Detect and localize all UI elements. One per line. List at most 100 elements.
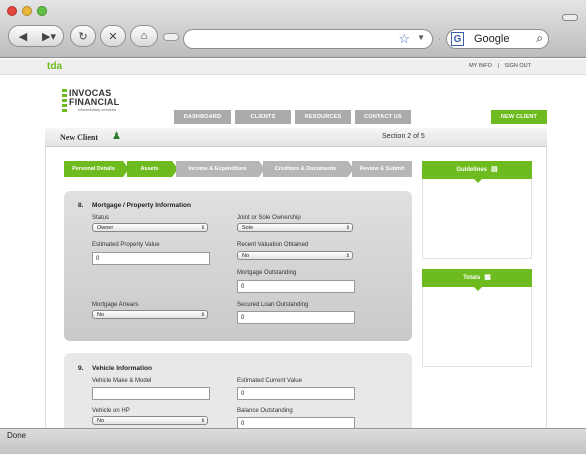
notebook-icon: ▤ bbox=[491, 166, 498, 173]
totals-header[interactable]: Totals ▦ bbox=[422, 269, 532, 287]
recent-valuation-value: No bbox=[242, 253, 250, 259]
tab-clients[interactable]: CLIENTS bbox=[235, 110, 291, 124]
tab-contact-us[interactable]: CONTACT US bbox=[355, 110, 411, 124]
account-links: MY INFO | SIGN OUT bbox=[465, 63, 531, 69]
ownership-value: Sole bbox=[242, 225, 254, 231]
new-client-button[interactable]: NEW CLIENT bbox=[491, 110, 547, 124]
section-title: Vehicle Information bbox=[92, 365, 152, 372]
logo-line2: FINANCIAL bbox=[69, 97, 120, 107]
select-arrows-icon: ⇕ bbox=[200, 312, 205, 318]
step-creditors-documents[interactable]: Creditors & Documents bbox=[263, 161, 354, 177]
reload-button[interactable]: ↻ bbox=[70, 25, 96, 47]
totals-title: Totals bbox=[463, 275, 481, 281]
ownership-select[interactable]: Sole ⇕ bbox=[237, 223, 353, 232]
bookmarks-toggle[interactable] bbox=[163, 33, 179, 41]
guidelines-pointer bbox=[474, 179, 482, 183]
brand-logo[interactable]: tda bbox=[47, 61, 62, 72]
page-title: New Client bbox=[60, 133, 98, 142]
secured-loan-input[interactable]: 0 bbox=[237, 311, 355, 324]
mortgage-outstanding-input[interactable]: 0 bbox=[237, 280, 355, 293]
site-top-bar: tda MY INFO | SIGN OUT bbox=[0, 59, 586, 75]
logo-bars-icon bbox=[62, 89, 67, 113]
step-label: Creditors & Documents bbox=[274, 166, 337, 172]
google-icon[interactable]: G bbox=[451, 32, 464, 46]
totals-panel: Totals ▦ bbox=[422, 269, 532, 367]
recent-valuation-label: Recent Valuation Obtained bbox=[237, 242, 309, 248]
chevron-down-icon[interactable]: ▼ bbox=[417, 33, 425, 42]
search-icon[interactable]: ⌕ bbox=[536, 31, 543, 46]
step-assets[interactable]: Assets bbox=[127, 161, 178, 177]
guidelines-panel: Guidelines ▤ bbox=[422, 161, 532, 259]
separator: · bbox=[438, 34, 441, 44]
balance-outstanding-label: Balance Outstanding bbox=[237, 408, 293, 414]
totals-pointer bbox=[474, 287, 482, 291]
vehicle-make-label: Vehicle Make & Model bbox=[92, 378, 152, 384]
back-forward-group: ◀ ▶▾ bbox=[8, 25, 64, 47]
status-select[interactable]: Owner ⇕ bbox=[92, 223, 208, 232]
invocas-logo[interactable]: INVOCAS FINANCIAL Intermediary services bbox=[62, 88, 158, 116]
search-box[interactable]: G Google ⌕ bbox=[446, 29, 549, 49]
est-property-value-input[interactable]: 0 bbox=[92, 252, 210, 265]
vehicle-hp-value: No bbox=[97, 418, 105, 424]
address-bar[interactable]: ☆ ▼ bbox=[183, 29, 433, 49]
home-icon: ⌂ bbox=[140, 30, 148, 42]
vehicle-hp-label: Vehicle on HP bbox=[92, 408, 130, 414]
step-label: Personal Details bbox=[72, 166, 115, 172]
balance-outstanding-input[interactable]: 0 bbox=[237, 417, 355, 428]
status-text: Done bbox=[7, 431, 27, 440]
select-arrows-icon: ⇕ bbox=[345, 225, 350, 231]
logo-tagline: Intermediary services bbox=[78, 107, 117, 112]
form-area: Personal Details Assets Income & Expendi… bbox=[45, 147, 547, 428]
link-divider: | bbox=[497, 63, 499, 69]
section-number: 8. bbox=[78, 202, 84, 209]
tab-resources[interactable]: RESOURCES bbox=[295, 110, 351, 124]
browser-window: ◀ ▶▾ ↻ ✕ ⌂ ☆ ▼ · G Google ⌕ tda MY INFO … bbox=[0, 0, 586, 454]
toolbar-toggle-icon[interactable] bbox=[562, 14, 578, 21]
step-income-expenditure[interactable]: Income & Expenditure bbox=[176, 161, 265, 177]
page-header: New Client ♟ Section 2 of 5 bbox=[45, 128, 547, 147]
step-label: Income & Expenditure bbox=[188, 166, 247, 172]
select-arrows-icon: ⇕ bbox=[200, 225, 205, 231]
step-label: Assets bbox=[140, 166, 159, 172]
guidelines-title: Guidelines bbox=[456, 167, 488, 173]
my-info-link[interactable]: MY INFO bbox=[469, 63, 492, 69]
status-value: Owner bbox=[97, 225, 114, 231]
vehicle-hp-select[interactable]: No ⇕ bbox=[92, 416, 208, 425]
mortgage-arrears-select[interactable]: No ⇕ bbox=[92, 310, 208, 319]
close-window-icon[interactable] bbox=[7, 6, 17, 16]
step-personal-details[interactable]: Personal Details bbox=[64, 161, 129, 177]
select-arrows-icon: ⇕ bbox=[200, 418, 205, 424]
search-input[interactable]: Google bbox=[474, 33, 509, 45]
web-page: tda MY INFO | SIGN OUT INVOCAS FINANCIAL… bbox=[0, 59, 586, 428]
mortgage-panel: 8. Mortgage / Property Information Status… bbox=[64, 191, 412, 341]
home-button[interactable]: ⌂ bbox=[130, 25, 158, 47]
mortgage-arrears-label: Mortgage Arrears bbox=[92, 302, 139, 308]
zoom-window-icon[interactable] bbox=[37, 6, 47, 16]
step-label: Review & Submit bbox=[359, 166, 405, 172]
calculator-icon: ▦ bbox=[484, 274, 491, 281]
ownership-label: Joint or Sole Ownership bbox=[237, 215, 301, 221]
section-indicator: Section 2 of 5 bbox=[382, 133, 425, 140]
user-add-icon: ♟ bbox=[112, 131, 121, 142]
vehicle-make-input[interactable] bbox=[92, 387, 210, 400]
guidelines-header[interactable]: Guidelines ▤ bbox=[422, 161, 532, 179]
sign-out-link[interactable]: SIGN OUT bbox=[504, 63, 531, 69]
forward-arrow-icon[interactable]: ▶▾ bbox=[36, 30, 62, 43]
section-number: 9. bbox=[78, 365, 84, 372]
recent-valuation-select[interactable]: No ⇕ bbox=[237, 251, 353, 260]
vehicle-est-value-input[interactable]: 0 bbox=[237, 387, 355, 400]
vehicle-panel: 9. Vehicle Information Vehicle Make & Mod… bbox=[64, 353, 412, 428]
vehicle-section-title: 9. Vehicle Information bbox=[78, 365, 152, 372]
mortgage-section-title: 8. Mortgage / Property Information bbox=[78, 202, 191, 209]
minimize-window-icon[interactable] bbox=[22, 6, 32, 16]
section-title: Mortgage / Property Information bbox=[92, 202, 191, 209]
browser-toolbar: ◀ ▶▾ ↻ ✕ ⌂ ☆ ▼ · G Google ⌕ bbox=[0, 0, 586, 58]
step-review-submit[interactable]: Review & Submit bbox=[352, 161, 412, 177]
tab-dashboard[interactable]: DASHBOARD bbox=[174, 110, 231, 124]
vehicle-est-value-label: Estimated Current Value bbox=[237, 378, 302, 384]
est-property-value-label: Estimated Property Value bbox=[92, 242, 160, 248]
mortgage-outstanding-label: Mortgage Outstanding bbox=[237, 270, 297, 276]
bookmark-star-icon[interactable]: ☆ bbox=[398, 31, 410, 47]
back-arrow-icon[interactable]: ◀ bbox=[10, 30, 36, 43]
stop-button[interactable]: ✕ bbox=[100, 25, 126, 47]
